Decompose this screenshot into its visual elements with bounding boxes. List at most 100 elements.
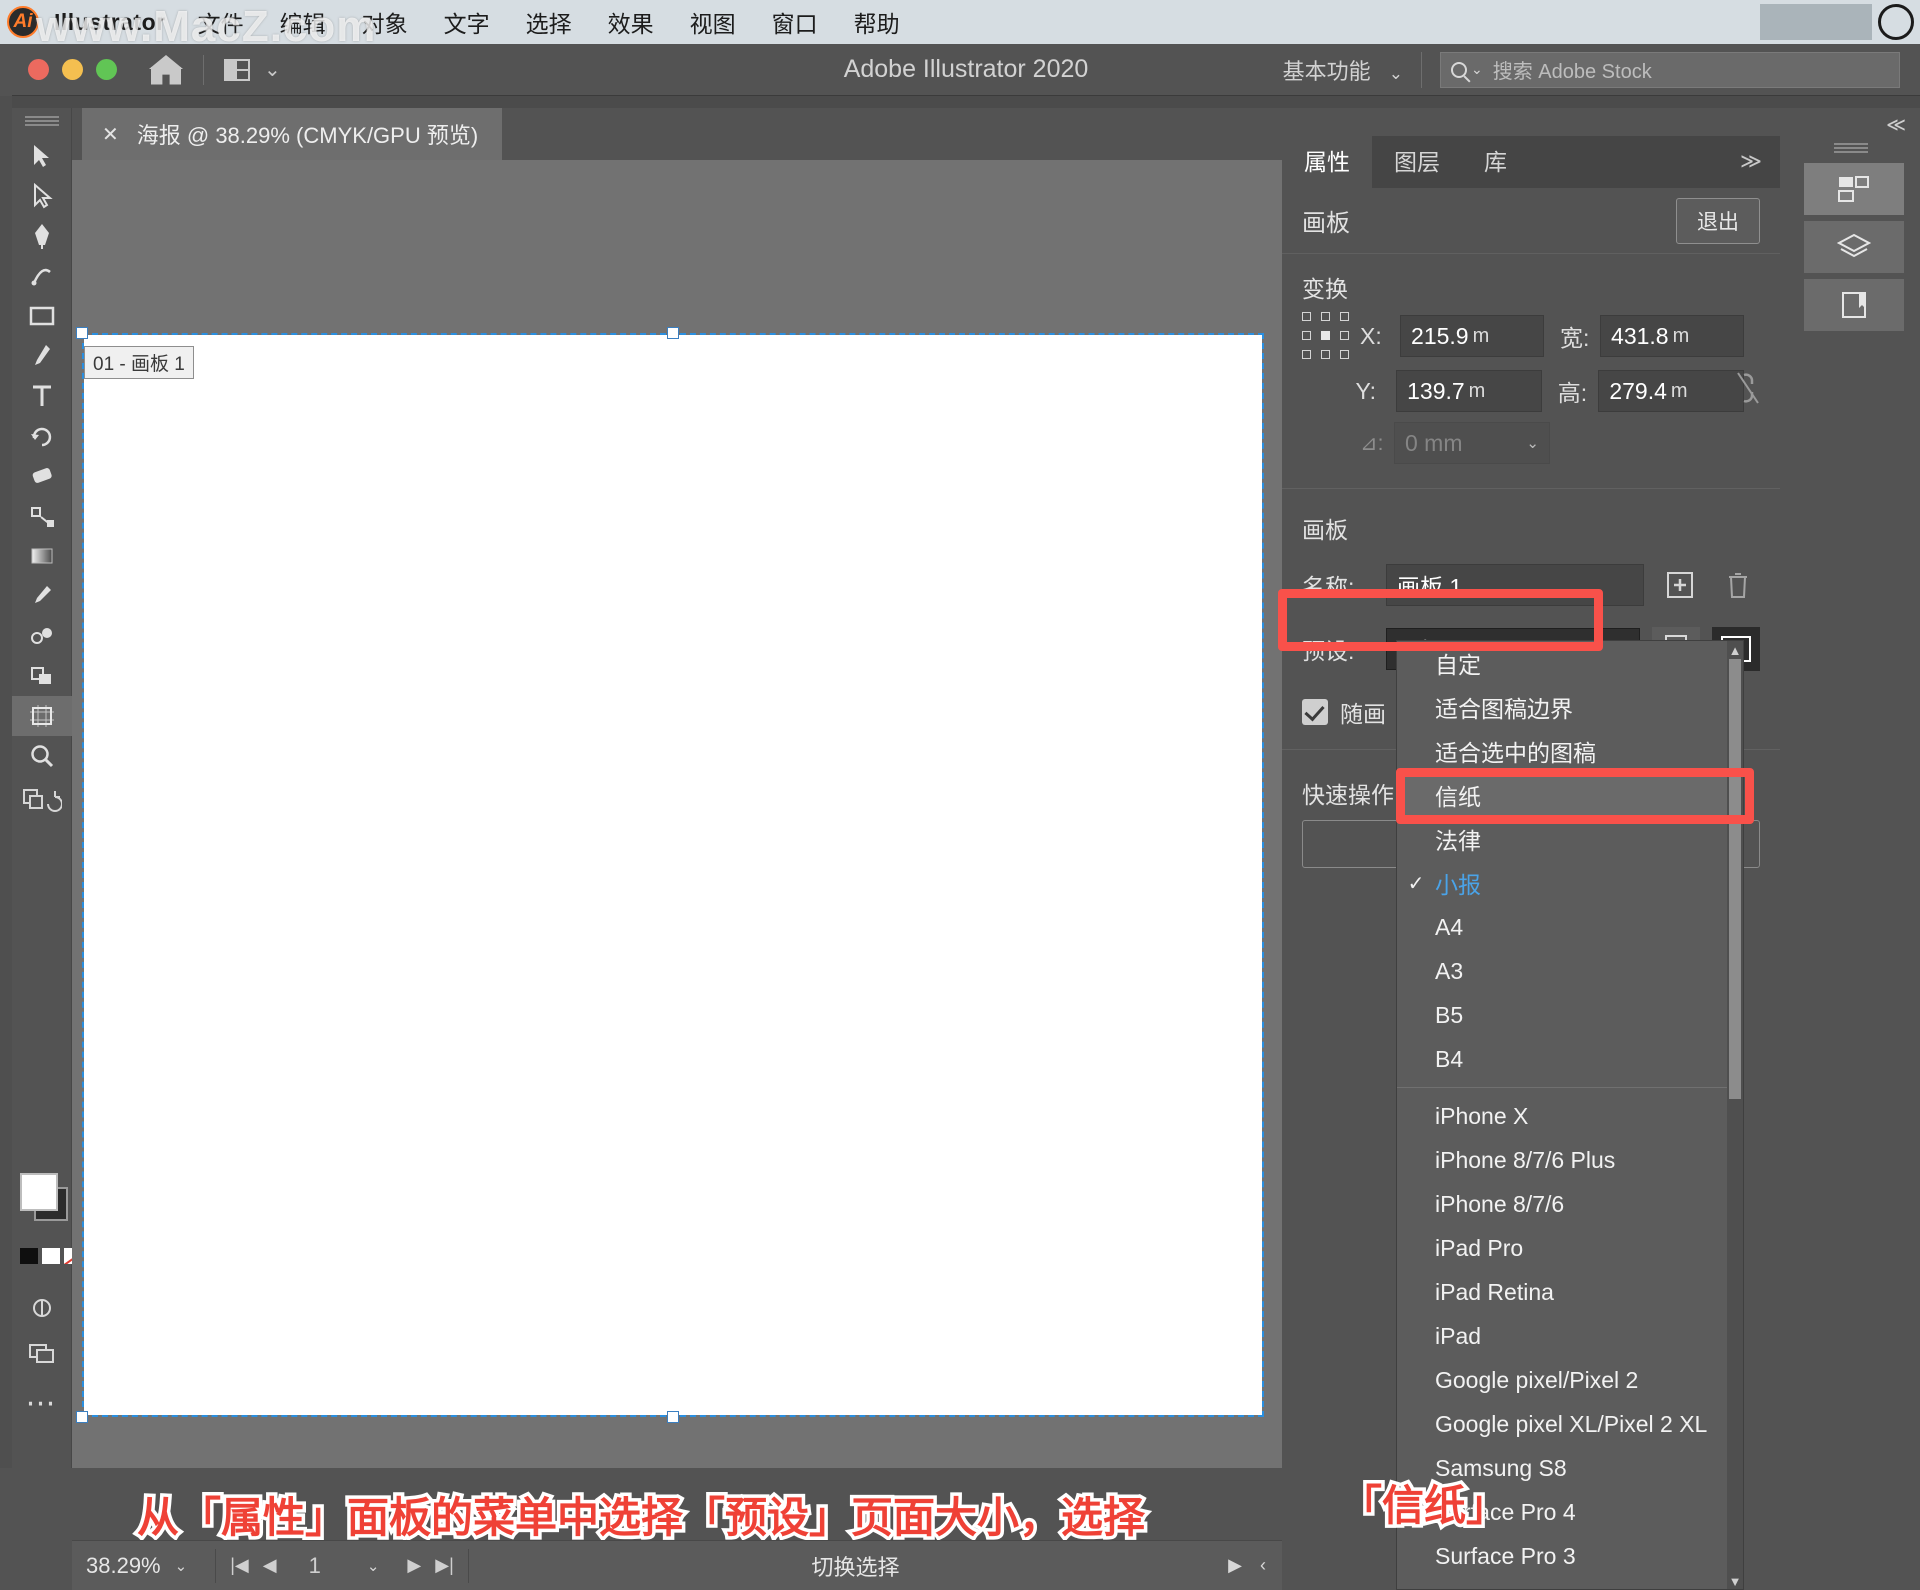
prev-artboard-button[interactable]: ◀ <box>263 1555 277 1576</box>
artboard-number[interactable]: 1 <box>309 1553 321 1579</box>
paintbrush-tool[interactable] <box>12 336 72 376</box>
menubar-extra-chip[interactable] <box>1760 4 1872 40</box>
dropdown-item[interactable]: B5 <box>1397 993 1743 1037</box>
dropdown-item[interactable]: Google pixel XL/Pixel 2 XL <box>1397 1402 1743 1446</box>
dropdown-item[interactable]: Surface Pro 3 <box>1397 1534 1743 1578</box>
arrange-chevron-down-icon[interactable]: ⌄ <box>264 57 281 82</box>
dropdown-item[interactable]: ✓ 小报 <box>1397 861 1743 905</box>
zoom-level[interactable]: 38.29% <box>72 1553 161 1579</box>
menu-help[interactable]: 帮助 <box>836 5 918 39</box>
menu-edit[interactable]: 编辑 <box>262 5 344 39</box>
zoom-tool[interactable] <box>12 736 72 776</box>
fill-stroke-swatches[interactable] <box>20 1173 72 1233</box>
dropdown-item[interactable]: iPhone 8/7/6 <box>1397 1182 1743 1226</box>
menu-file[interactable]: 文件 <box>180 5 262 39</box>
dropdown-item[interactable]: 法律 <box>1397 817 1743 861</box>
dropdown-item[interactable]: iPhone 8/7/6 Plus <box>1397 1138 1743 1182</box>
menu-view[interactable]: 视图 <box>672 5 754 39</box>
adobe-stock-search[interactable]: ⌄ 搜索 Adobe Stock <box>1440 51 1900 88</box>
artboard-name-input[interactable]: 画板 1 <box>1386 564 1644 606</box>
last-artboard-button[interactable]: ▶| <box>435 1555 454 1576</box>
eyedropper-tool[interactable] <box>12 576 72 616</box>
close-window-button[interactable] <box>28 59 49 80</box>
reference-point-icon[interactable] <box>1302 312 1350 360</box>
dropdown-scroll-thumb[interactable] <box>1729 659 1741 1099</box>
arrange-documents-icon[interactable] <box>224 58 250 81</box>
zoom-chevron-down-icon[interactable]: ⌄ <box>175 1557 188 1575</box>
status-mode-label[interactable]: 切换选择 <box>483 1550 1228 1582</box>
selection-tool[interactable] <box>12 136 72 176</box>
workspace-switcher[interactable]: 基本功能 ⌄ <box>1283 54 1403 86</box>
rotate-tool[interactable] <box>12 416 72 456</box>
dropdown-item[interactable]: B4 <box>1397 1037 1743 1081</box>
direct-selection-tool[interactable] <box>12 176 72 216</box>
artboard-handle-top[interactable] <box>667 327 679 339</box>
dropdown-item[interactable]: 适合选中的图稿 <box>1397 729 1743 773</box>
dropdown-item[interactable]: iPad Retina <box>1397 1270 1743 1314</box>
change-screen-mode-tool[interactable] <box>12 1333 72 1373</box>
dropdown-item[interactable]: 信纸 <box>1397 773 1743 817</box>
minimize-window-button[interactable] <box>62 59 83 80</box>
dropdown-item[interactable]: Google pixel/Pixel 2 <box>1397 1358 1743 1402</box>
height-input[interactable]: 279.4 m <box>1598 370 1744 412</box>
angle-chevron-down-icon[interactable]: ⌄ <box>1526 434 1539 452</box>
artboard-handle-topleft[interactable] <box>76 327 88 339</box>
menu-type[interactable]: 文字 <box>426 5 508 39</box>
edit-toolbar-more-icon[interactable]: ⋯ <box>12 1383 72 1423</box>
panel-menu-icon[interactable]: ≫ <box>1740 136 1780 188</box>
scroll-up-arrow-icon[interactable]: ▲ <box>1728 643 1742 658</box>
tab-libraries[interactable]: 库 <box>1462 136 1529 188</box>
dropdown-item[interactable]: Apple Watch 42mm <box>1397 1578 1743 1590</box>
first-artboard-button[interactable]: |◀ <box>230 1555 249 1576</box>
trash-icon[interactable] <box>1716 563 1760 607</box>
dropdown-scrollbar[interactable]: ▲ ▼ <box>1727 641 1743 1589</box>
status-left-icon[interactable]: ‹ <box>1260 1555 1266 1576</box>
exit-button[interactable]: 退出 <box>1676 197 1760 244</box>
add-artboard-icon[interactable] <box>1658 563 1702 607</box>
color-swatch-icon[interactable] <box>20 1248 38 1264</box>
artboard-tool[interactable] <box>12 696 72 736</box>
curvature-tool[interactable] <box>12 256 72 296</box>
dock-grip[interactable] <box>1834 143 1868 153</box>
menu-object[interactable]: 对象 <box>344 5 426 39</box>
artboards-panel-icon[interactable] <box>1804 163 1904 215</box>
menu-select[interactable]: 选择 <box>508 5 590 39</box>
pen-tool[interactable] <box>12 216 72 256</box>
type-tool[interactable] <box>12 376 72 416</box>
libraries-panel-icon[interactable] <box>1804 279 1904 331</box>
zoom-window-button[interactable] <box>96 59 117 80</box>
shape-builder-tool[interactable] <box>12 656 72 696</box>
angle-input[interactable]: 0 mm ⌄ <box>1394 422 1550 464</box>
artboard-chevron-down-icon[interactable]: ⌄ <box>367 1557 380 1575</box>
preset-dropdown-menu[interactable]: 自定 适合图稿边界 适合选中的图稿 信纸 法律 ✓ 小报 A4 A3 B5 B4 iPhone X iP… <box>1396 640 1744 1590</box>
tab-layers[interactable]: 图层 <box>1372 136 1462 188</box>
search-chevron-down-icon[interactable]: ⌄ <box>1471 61 1483 78</box>
search-input[interactable]: 搜索 Adobe Stock <box>1493 55 1652 84</box>
layers-panel-icon[interactable] <box>1804 221 1904 273</box>
gradient-tool[interactable] <box>12 536 72 576</box>
document-tab[interactable]: ✕ 海报 @ 38.29% (CMYK/GPU 预览) <box>82 108 502 160</box>
artboard-handle-bottomleft[interactable] <box>76 1411 88 1423</box>
dropdown-item[interactable]: iPad <box>1397 1314 1743 1358</box>
menu-window[interactable]: 窗口 <box>754 5 836 39</box>
link-broken-icon[interactable] <box>1730 364 1766 412</box>
scale-tool[interactable] <box>12 496 72 536</box>
eraser-tool[interactable] <box>12 456 72 496</box>
dropdown-item[interactable]: 自定 <box>1397 641 1743 685</box>
dropdown-item[interactable]: iPad Pro <box>1397 1226 1743 1270</box>
menu-effect[interactable]: 效果 <box>590 5 672 39</box>
canvas-area[interactable]: 01 - 画板 1 <box>72 160 1282 1468</box>
next-artboard-button[interactable]: ▶ <box>407 1555 421 1576</box>
width-input[interactable]: 431.8 m <box>1600 315 1744 357</box>
x-input[interactable]: 215.9 m <box>1400 315 1544 357</box>
close-icon[interactable]: ✕ <box>102 122 119 147</box>
dropdown-item[interactable]: A4 <box>1397 905 1743 949</box>
blend-tool[interactable] <box>12 616 72 656</box>
status-play-icon[interactable]: ▶ <box>1228 1555 1242 1576</box>
home-icon[interactable] <box>149 54 183 85</box>
fill-swatch[interactable] <box>20 1173 58 1211</box>
dropdown-item[interactable]: A3 <box>1397 949 1743 993</box>
collapse-panels-icon[interactable]: ≪ <box>1780 108 1920 137</box>
autofit-checkbox[interactable] <box>1302 699 1328 725</box>
default-fill-stroke-icon[interactable] <box>12 776 72 822</box>
